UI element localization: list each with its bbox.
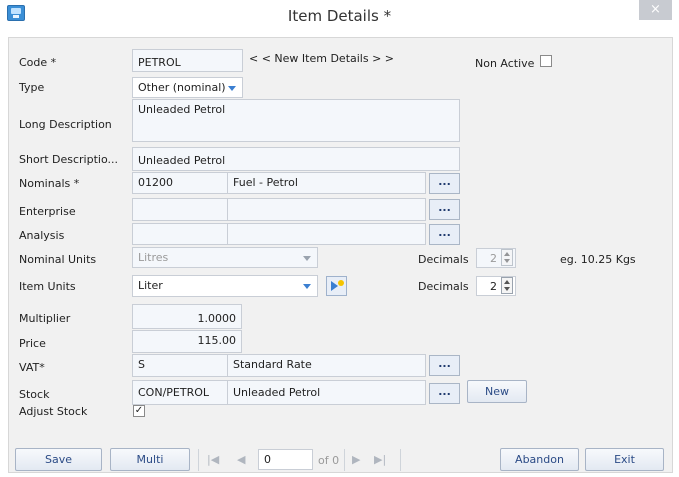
enterprise-lookup-button[interactable]: ... bbox=[429, 199, 460, 220]
stock-name-field: Unleaded Petrol bbox=[227, 380, 426, 405]
record-number-field[interactable]: 0 bbox=[258, 449, 313, 470]
previous-record-icon[interactable]: ◀ bbox=[237, 453, 245, 466]
nominal-units-label: Nominal Units bbox=[19, 253, 97, 266]
nominal-lookup-button[interactable]: ... bbox=[429, 173, 460, 194]
window-title: Item Details * bbox=[287, 7, 392, 25]
add-unit-icon bbox=[331, 280, 344, 291]
item-units-label: Item Units bbox=[19, 280, 76, 293]
toolbar-separator bbox=[344, 449, 345, 471]
item-units-dropdown-icon[interactable] bbox=[303, 284, 311, 289]
enterprise-code-field[interactable] bbox=[132, 198, 228, 221]
type-dropdown-icon[interactable] bbox=[228, 86, 236, 91]
decimals-label-1: Decimals bbox=[418, 253, 469, 266]
analysis-label: Analysis bbox=[19, 229, 65, 242]
nominal-code-field[interactable]: 01200 bbox=[132, 172, 228, 194]
non-active-label: Non Active bbox=[475, 57, 535, 70]
first-record-icon[interactable]: |◀ bbox=[207, 453, 219, 466]
multiplier-field[interactable]: 1.0000 bbox=[132, 304, 242, 329]
vat-name-field: Standard Rate bbox=[227, 354, 426, 377]
new-stock-button[interactable]: New bbox=[467, 380, 527, 403]
enterprise-name-field bbox=[227, 198, 426, 221]
vat-lookup-button[interactable]: ... bbox=[429, 355, 460, 376]
code-label: Code * bbox=[19, 56, 57, 69]
close-button[interactable]: × bbox=[639, 0, 672, 20]
analysis-lookup-button[interactable]: ... bbox=[429, 224, 460, 245]
short-description-field[interactable]: Unleaded Petrol bbox=[132, 147, 460, 171]
long-description-field[interactable]: Unleaded Petrol bbox=[132, 99, 460, 142]
item-units-select[interactable]: Liter bbox=[132, 275, 318, 297]
analysis-name-field bbox=[227, 223, 426, 245]
decimals-spinner-2[interactable] bbox=[501, 277, 513, 294]
type-select[interactable]: Other (nominal) bbox=[132, 77, 243, 98]
stock-code-field[interactable]: CON/PETROL bbox=[132, 380, 228, 405]
adjust-stock-label: Adjust Stock bbox=[19, 405, 88, 418]
price-label: Price bbox=[19, 337, 46, 350]
vat-label: VAT* bbox=[19, 361, 45, 374]
add-unit-button[interactable] bbox=[326, 276, 347, 296]
multiplier-label: Multiplier bbox=[19, 312, 71, 325]
abandon-button[interactable]: Abandon bbox=[500, 448, 579, 471]
next-record-icon[interactable]: ▶ bbox=[352, 453, 360, 466]
save-button[interactable]: Save bbox=[15, 448, 102, 471]
item-details-form: Code * PETROL < < New Item Details > > N… bbox=[8, 37, 673, 473]
nominal-units-select: Litres bbox=[132, 247, 318, 268]
adjust-stock-checkbox[interactable]: ✓ bbox=[133, 405, 145, 417]
price-field[interactable]: 115.00 bbox=[132, 330, 242, 353]
multi-button[interactable]: Multi bbox=[110, 448, 190, 471]
last-record-icon[interactable]: ▶| bbox=[374, 453, 386, 466]
vat-code-field[interactable]: S bbox=[132, 354, 228, 377]
code-field[interactable]: PETROL bbox=[132, 49, 243, 72]
stock-lookup-button[interactable]: ... bbox=[429, 383, 460, 404]
record-count-label: of 0 bbox=[318, 454, 340, 467]
enterprise-label: Enterprise bbox=[19, 205, 76, 218]
analysis-code-field[interactable] bbox=[132, 223, 228, 245]
toolbar-separator bbox=[400, 449, 401, 471]
nominal-name-field: Fuel - Petrol bbox=[227, 172, 426, 194]
nominal-units-dropdown-icon bbox=[303, 256, 311, 261]
decimals-spinner-1 bbox=[501, 249, 513, 266]
short-description-label: Short Descriptio... bbox=[19, 153, 118, 166]
non-active-checkbox[interactable] bbox=[540, 55, 552, 67]
title-bar: Item Details * × bbox=[0, 0, 679, 30]
units-example-label: eg. 10.25 Kgs bbox=[560, 253, 636, 266]
long-description-label: Long Description bbox=[19, 118, 112, 131]
new-item-label: < < New Item Details > > bbox=[249, 52, 395, 65]
type-label: Type bbox=[19, 81, 45, 94]
stock-label: Stock bbox=[19, 388, 50, 401]
decimals-label-2: Decimals bbox=[418, 280, 469, 293]
exit-button[interactable]: Exit bbox=[585, 448, 664, 471]
toolbar-separator bbox=[198, 449, 199, 471]
nominals-label: Nominals * bbox=[19, 177, 80, 190]
